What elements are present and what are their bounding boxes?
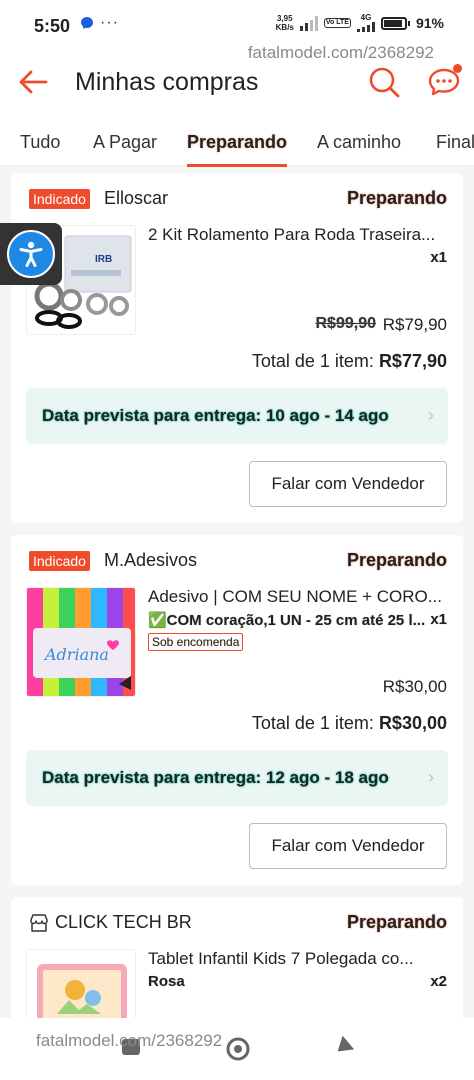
original-price: R$99,90 — [315, 315, 377, 332]
delivery-text: Data prevista para entrega: 12 ago - 18 … — [42, 768, 389, 787]
shop-icon — [30, 914, 48, 932]
delivery-estimate[interactable]: Data prevista para entrega: 10 ago - 14 … — [26, 388, 448, 444]
order-card[interactable]: CLICK TECH BR Preparando Tablet Infantil… — [11, 897, 463, 1059]
product-variant: ✅COM coração,1 UN - 25 cm até 25 l... — [148, 612, 426, 629]
order-status: Preparando — [346, 550, 447, 570]
product-title[interactable]: Adesivo | COM SEU NOME + CORO... — [148, 587, 448, 607]
quantity: x1 — [430, 611, 447, 628]
volte-icon: Vo LTE — [323, 18, 351, 28]
page-title: Minhas compras — [75, 68, 259, 96]
delivery-estimate[interactable]: Data prevista para entrega: 12 ago - 18 … — [26, 750, 448, 806]
order-tabs: Tudo A Pagar Preparando A caminho Final — [0, 124, 474, 167]
signal-icon — [299, 15, 318, 31]
shop-name[interactable]: M.Adesivos — [104, 550, 197, 571]
product-title[interactable]: Tablet Infantil Kids 7 Polegada co... — [148, 949, 448, 969]
signal-icon-2 — [356, 22, 375, 32]
total-value: R$30,00 — [378, 713, 447, 733]
status-icons: 3,95 KB/s Vo LTE 4G 91% — [276, 14, 444, 32]
indicado-badge: Indicado — [29, 189, 90, 209]
delivery-text: Data prevista para entrega: 10 ago - 14 … — [42, 406, 389, 425]
notification-dot — [453, 64, 462, 73]
product-title[interactable]: 2 Kit Rolamento Para Roda Traseira... — [148, 225, 448, 245]
battery-tip — [407, 20, 410, 26]
battery-percent: 91% — [415, 15, 444, 31]
tab-finalizado[interactable]: Final — [436, 132, 474, 153]
chevron-right-icon: › — [428, 405, 434, 425]
back-button[interactable] — [16, 66, 50, 98]
quantity: x1 — [430, 249, 447, 266]
total-value: R$77,90 — [378, 351, 447, 371]
total-label: Total de 1 item: — [251, 713, 374, 733]
watermark-bottom: fatalmodel.com/2368292 — [36, 1031, 223, 1050]
watermark-top: fatalmodel.com/2368292 — [247, 43, 434, 62]
order-status: Preparando — [346, 912, 447, 932]
svg-text:Adriana: Adriana — [43, 645, 109, 664]
total-label: Total de 1 item: — [251, 351, 374, 371]
tab-preparando[interactable]: Preparando — [187, 132, 288, 167]
home-icon[interactable] — [225, 1036, 251, 1062]
order-status: Preparando — [346, 188, 447, 208]
messenger-icon — [80, 16, 94, 33]
product-variant: Rosa — [148, 973, 185, 990]
svg-text:IRB: IRB — [95, 254, 112, 265]
contact-seller-button[interactable]: Falar com Vendedor — [249, 823, 447, 869]
order-card[interactable]: Indicado M.Adesivos Preparando Adriana A… — [11, 535, 463, 885]
chat-button[interactable] — [424, 64, 464, 100]
shop-name[interactable]: Elloscar — [104, 188, 168, 209]
tab-a-pagar[interactable]: A Pagar — [93, 132, 157, 153]
search-icon — [369, 67, 400, 98]
tab-tudo[interactable]: Tudo — [20, 132, 60, 153]
made-to-order-tag: Sob encomenda — [148, 633, 244, 651]
price: R$79,90 — [382, 315, 447, 334]
accessibility-button[interactable] — [0, 223, 62, 285]
status-time: 5:50 — [34, 16, 71, 36]
battery-icon — [380, 16, 407, 30]
back-nav-icon[interactable] — [332, 1036, 354, 1058]
quantity: x2 — [430, 973, 447, 990]
network-speed: 3,95 KB/s — [275, 14, 294, 32]
status-bar: 5:50 ··· 3,95 KB/s Vo LTE 4G 91% — [0, 0, 474, 44]
search-button[interactable] — [366, 64, 402, 100]
order-total: Total de 1 item: R$30,00 — [252, 713, 447, 734]
shop-name[interactable]: CLICK TECH BR — [55, 912, 192, 933]
product-image[interactable]: Adriana — [26, 587, 136, 697]
network-type: 4G — [360, 13, 372, 22]
order-card[interactable]: Indicado Elloscar Preparando IRB 2 Kit R… — [11, 173, 463, 523]
tab-a-caminho[interactable]: A caminho — [317, 132, 401, 153]
more-notifications-icon: ··· — [100, 14, 119, 31]
accessibility-icon — [7, 230, 55, 278]
price: R$30,00 — [382, 677, 447, 696]
order-total: Total de 1 item: R$77,90 — [252, 351, 447, 372]
chevron-right-icon: › — [428, 767, 434, 787]
contact-seller-button[interactable]: Falar com Vendedor — [249, 461, 447, 507]
arrow-left-icon — [19, 70, 48, 94]
indicado-badge: Indicado — [29, 551, 90, 571]
